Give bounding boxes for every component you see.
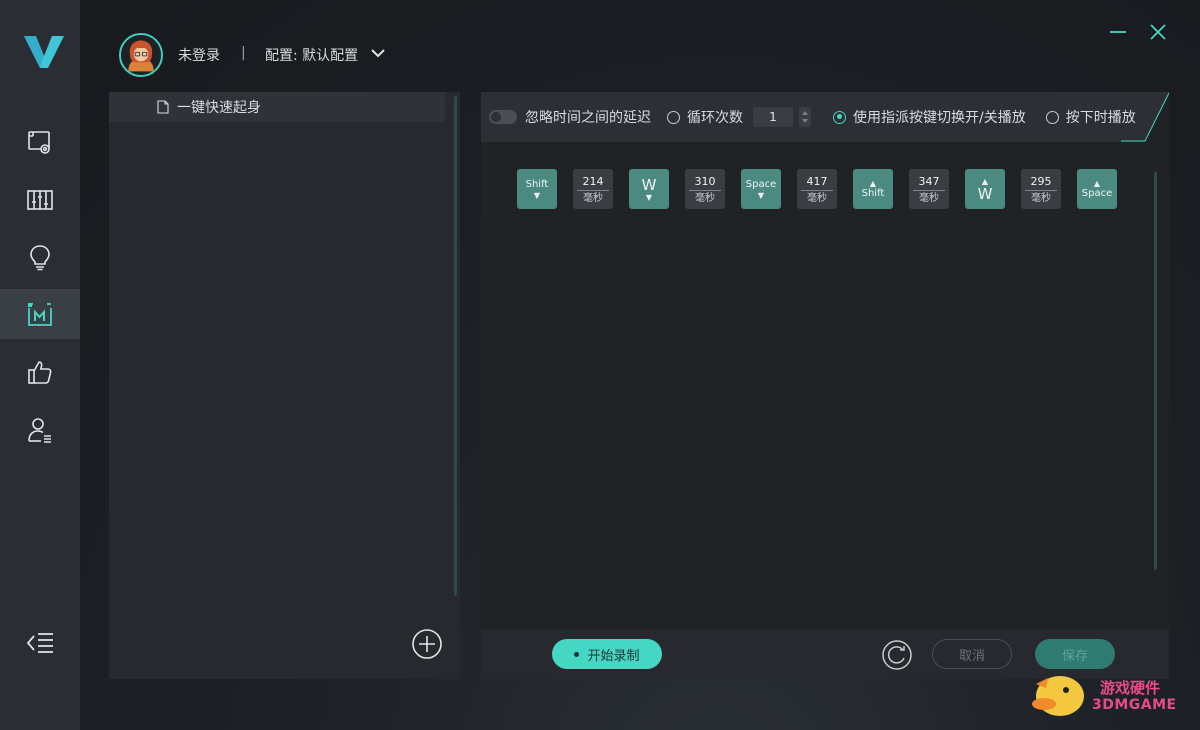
macro-name: 一键快速起身 — [177, 100, 261, 116]
loop-radio[interactable] — [667, 110, 680, 124]
sidebar-item-performance[interactable] — [0, 175, 80, 225]
ignore-delay-toggle[interactable] — [489, 110, 517, 124]
delay-value: 214 — [582, 174, 604, 188]
macro-editor-panel: 忽略时间之间的延迟 循环次数 1 使用指派按键切换开/关播放 按下时播放 Shi… — [481, 92, 1169, 679]
delay-value: 310 — [694, 174, 716, 188]
sidebar-item-lighting[interactable] — [0, 232, 80, 282]
delay-unit: 毫秒 — [1031, 192, 1051, 204]
add-macro-button[interactable] — [411, 628, 443, 660]
delay-value: 295 — [1030, 174, 1052, 188]
watermark-line2: 3DMGAME — [1092, 697, 1177, 713]
scrollbar[interactable] — [454, 96, 457, 596]
delay-divider — [1025, 189, 1057, 191]
delay-value: 417 — [806, 174, 828, 188]
toggle-mode-label: 使用指派按键切换开/关播放 — [853, 110, 1026, 126]
minimize-icon[interactable] — [1108, 22, 1128, 42]
delay-chip[interactable]: 295 毫秒 — [1021, 169, 1061, 209]
delay-chip[interactable]: 347 毫秒 — [909, 169, 949, 209]
record-dot-icon — [574, 651, 580, 657]
chevron-down-icon[interactable] — [370, 46, 386, 60]
delay-unit: 毫秒 — [919, 192, 939, 204]
sidebar-item-recommend[interactable] — [0, 347, 80, 397]
thumbs-up-icon — [28, 361, 52, 384]
macro-icon — [28, 303, 52, 326]
loop-count-input[interactable]: 1 — [753, 107, 793, 127]
key-label: Shift — [525, 178, 549, 190]
ignore-delay-label: 忽略时间之间的延迟 — [525, 110, 651, 126]
key-down-arrow-icon: ▼ — [757, 190, 765, 200]
equalizer-icon — [27, 190, 53, 210]
collapse-sidebar-icon[interactable] — [26, 630, 54, 656]
list-item[interactable]: 一键快速起身 — [109, 92, 445, 122]
close-icon[interactable] — [1148, 22, 1168, 42]
refresh-icon[interactable] — [881, 639, 913, 671]
key-label: W — [977, 184, 993, 203]
delay-unit: 毫秒 — [583, 192, 603, 204]
key-label: Space — [745, 178, 777, 190]
start-recording-label: 开始录制 — [587, 648, 640, 664]
delay-divider — [801, 189, 833, 191]
hold-mode-label: 按下时播放 — [1065, 110, 1136, 126]
key-up-chip[interactable]: ▲ Shift — [853, 169, 893, 209]
lightbulb-icon — [30, 245, 50, 271]
delay-chip[interactable]: 214 毫秒 — [573, 169, 613, 209]
key-up-arrow-icon: ▲ — [869, 178, 877, 188]
sidebar — [0, 0, 80, 730]
key-up-chip[interactable]: ▲ Space — [1077, 169, 1117, 209]
watermark-line1: 游戏硬件 — [1100, 679, 1161, 697]
key-down-arrow-icon: ▼ — [533, 190, 541, 200]
key-label: W — [641, 175, 657, 194]
login-status[interactable]: 未登录 — [178, 45, 220, 65]
avatar-image — [121, 35, 161, 75]
key-label: Shift — [861, 187, 885, 199]
key-down-arrow-icon: ▼ — [645, 192, 653, 202]
key-up-chip[interactable]: ▲ W — [965, 169, 1005, 209]
playback-options: 忽略时间之间的延迟 循环次数 1 使用指派按键切换开/关播放 按下时播放 — [489, 106, 1136, 128]
macro-list-panel: 一键快速起身 — [109, 92, 460, 679]
delay-unit: 毫秒 — [807, 192, 827, 204]
key-down-chip[interactable]: Shift ▼ — [517, 169, 557, 209]
delay-value: 347 — [918, 174, 940, 188]
delay-chip[interactable]: 310 毫秒 — [685, 169, 725, 209]
sidebar-item-macro[interactable] — [0, 289, 80, 339]
document-icon — [157, 100, 169, 114]
screen-settings-icon — [28, 131, 50, 154]
sidebar-item-display[interactable] — [0, 117, 80, 167]
start-recording-button[interactable]: 开始录制 — [552, 639, 662, 669]
key-down-chip[interactable]: Space ▼ — [741, 169, 781, 209]
key-down-chip[interactable]: W ▼ — [629, 169, 669, 209]
cancel-button[interactable]: 取消 — [932, 639, 1012, 669]
scrollbar[interactable] — [1154, 172, 1157, 570]
config-selector-label[interactable]: 配置: 默认配置 — [265, 45, 358, 65]
loop-label: 循环次数 — [687, 110, 743, 126]
delay-divider — [577, 189, 609, 191]
sidebar-item-account[interactable] — [0, 405, 80, 455]
toggle-mode-radio[interactable] — [833, 110, 846, 124]
app-window: 未登录 | 配置: 默认配置 一键快速起身 忽略时间之间的延迟 循环次数 1 使… — [0, 0, 1200, 730]
hold-mode-radio[interactable] — [1045, 110, 1059, 124]
delay-unit: 毫秒 — [695, 192, 715, 204]
delay-divider — [913, 189, 945, 191]
delay-divider — [689, 189, 721, 191]
loop-stepper-icon[interactable] — [799, 107, 811, 127]
delay-chip[interactable]: 417 毫秒 — [797, 169, 837, 209]
key-label: Space — [1081, 187, 1113, 199]
header-separator: | — [241, 45, 246, 61]
avatar[interactable] — [119, 33, 163, 77]
brand-logo-icon — [24, 36, 64, 68]
user-list-icon — [28, 418, 51, 443]
key-up-arrow-icon: ▲ — [1093, 178, 1101, 188]
